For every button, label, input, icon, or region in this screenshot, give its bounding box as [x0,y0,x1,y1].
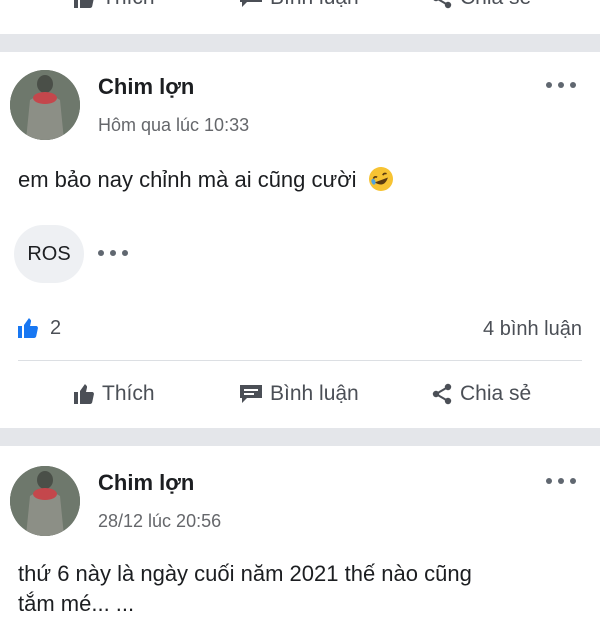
like-label: Thích [102,0,155,10]
speech-bubble-icon [240,0,262,7]
comment-button[interactable]: Bình luận [238,0,359,10]
post-text-content: em bảo nay chỉnh mà ai cũng cười [18,167,357,192]
more-dots-icon[interactable] [98,248,128,258]
post-text: em bảo nay chỉnh mà ai cũng cười [18,165,395,193]
like-count: 2 [50,316,62,339]
more-dots-icon[interactable] [546,476,576,486]
feed-divider [0,428,600,446]
thumbs-up-icon [74,0,94,8]
thumbs-up-icon [74,384,94,404]
share-icon [432,383,452,405]
like-button[interactable]: Thích [72,0,155,10]
comment-button[interactable]: Bình luận [238,382,359,406]
share-button[interactable]: Chia sẻ [430,382,531,406]
profile-photo [10,70,80,140]
like-button[interactable]: Thích [72,382,155,406]
avatar[interactable] [10,466,80,536]
laughing-emoji-icon [368,167,393,191]
share-icon [433,0,452,9]
post-text-line-2: tắm mé... ... [18,591,135,616]
profile-photo [10,466,80,536]
tag-chip[interactable]: ROS [14,225,84,283]
post-time[interactable]: Hôm qua lúc 10:33 [98,115,249,136]
avatar[interactable] [10,70,80,140]
author-name[interactable]: Chim lợn [98,74,194,100]
share-label: Chia sẻ [460,0,531,10]
feed-divider [0,34,600,52]
post-time[interactable]: 28/12 lúc 20:56 [98,511,221,532]
thumbs-up-icon [18,318,38,338]
action-divider [18,360,582,361]
comment-label: Bình luận [270,382,359,405]
post-text-line-1: thứ 6 này là ngày cuối năm 2021 thế nào … [18,561,472,586]
comment-count[interactable]: 4 bình luận [483,318,582,341]
comment-label: Bình luận [270,0,359,10]
share-label: Chia sẻ [460,382,532,405]
more-dots-icon[interactable] [546,80,576,90]
author-name[interactable]: Chim lợn [98,470,194,496]
speech-bubble-icon [240,385,262,403]
share-button[interactable]: Chia sẻ [430,0,531,10]
reaction-summary[interactable]: 2 [16,316,61,340]
like-label: Thích [102,382,155,405]
